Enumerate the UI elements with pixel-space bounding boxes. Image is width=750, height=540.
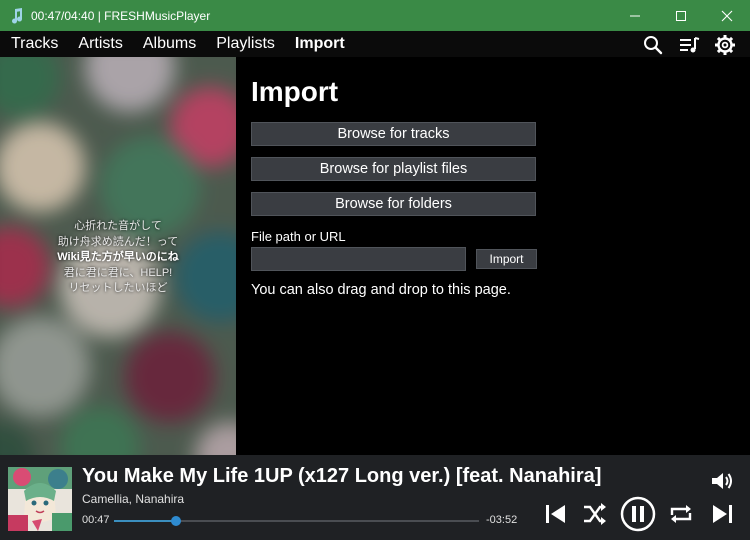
time-elapsed: 00:47 xyxy=(82,514,110,526)
time-remaining: -03:52 xyxy=(486,514,518,526)
browse-tracks-button[interactable]: Browse for tracks xyxy=(251,122,536,146)
page-title: Import xyxy=(251,76,339,107)
tab-import[interactable]: Import xyxy=(295,35,345,53)
import-page: Import Browse for tracks Browse for play… xyxy=(236,57,750,455)
browse-playlist-files-button[interactable]: Browse for playlist files xyxy=(251,157,536,181)
file-path-input[interactable] xyxy=(251,247,466,271)
progress-fill xyxy=(114,520,177,522)
previous-icon[interactable] xyxy=(543,501,569,527)
progress-bar[interactable] xyxy=(114,516,479,526)
now-playing-art-panel: 心折れた音がして 助け舟求め読んだ！って Wiki見た方が早いのにね 君に君に君… xyxy=(0,57,236,455)
music-note-icon xyxy=(12,7,23,24)
pause-icon[interactable] xyxy=(620,496,656,532)
maximize-button[interactable] xyxy=(658,0,704,31)
navigation-bar: Tracks Artists Albums Playlists Import xyxy=(0,31,750,57)
album-art[interactable] xyxy=(8,467,72,531)
nav-tabs: Tracks Artists Albums Playlists Import xyxy=(11,31,345,57)
search-icon[interactable] xyxy=(642,34,664,56)
minimize-icon xyxy=(630,15,640,16)
file-path-label: File path or URL xyxy=(251,229,346,244)
tab-tracks[interactable]: Tracks xyxy=(11,35,58,53)
lyric-line: 心折れた音がして xyxy=(74,220,162,232)
close-icon xyxy=(721,10,733,21)
player-bar: You Make My Life 1UP (x127 Long ver.) [f… xyxy=(0,455,750,540)
lyric-line: 君に君に君に、HELP! xyxy=(63,266,173,279)
queue-icon[interactable] xyxy=(678,34,700,56)
minimize-button[interactable] xyxy=(612,0,658,31)
repeat-icon[interactable] xyxy=(668,501,694,527)
tab-playlists[interactable]: Playlists xyxy=(216,35,275,53)
next-icon[interactable] xyxy=(709,501,735,527)
lyrics-panel: 心折れた音がして 助け舟求め読んだ！って Wiki見た方が早いのにね 君に君に君… xyxy=(0,219,236,297)
lyric-line: リセットしたいほど xyxy=(68,282,168,294)
settings-icon[interactable] xyxy=(714,34,736,56)
import-button[interactable]: Import xyxy=(476,249,537,269)
tab-albums[interactable]: Albums xyxy=(143,35,196,53)
lyric-line: 助け舟求め読んだ！って xyxy=(57,235,179,248)
shuffle-icon[interactable] xyxy=(582,501,608,527)
progress-thumb[interactable] xyxy=(171,516,182,526)
window-title: 00:47/04:40 | FRESHMusicPlayer xyxy=(31,8,211,23)
title-bar: 00:47/04:40 | FRESHMusicPlayer xyxy=(0,0,750,31)
tab-artists[interactable]: Artists xyxy=(78,35,122,53)
close-button[interactable] xyxy=(704,0,750,31)
maximize-icon xyxy=(676,10,686,21)
volume-icon[interactable] xyxy=(710,470,734,492)
browse-folders-button[interactable]: Browse for folders xyxy=(251,192,536,216)
track-title: You Make My Life 1UP (x127 Long ver.) [f… xyxy=(82,465,602,487)
drag-drop-hint: You can also drag and drop to this page. xyxy=(251,282,511,298)
track-artist: Camellia, Nanahira xyxy=(82,492,185,506)
lyric-line-current: Wiki見た方が早いのにね xyxy=(57,251,179,263)
